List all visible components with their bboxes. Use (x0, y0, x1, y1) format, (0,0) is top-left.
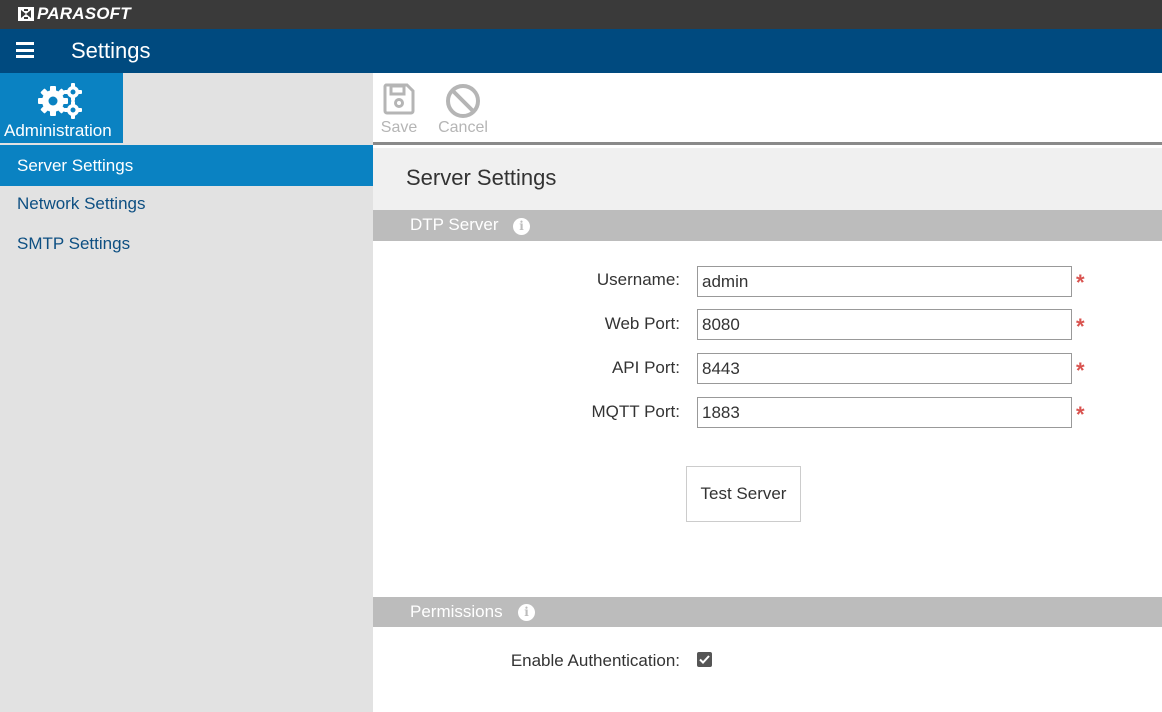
mqtt-port-input[interactable] (697, 397, 1072, 428)
required-asterisk-icon: * (1076, 314, 1085, 339)
sidebar: Administration Server Settings Network S… (0, 73, 373, 712)
dtp-server-group-header: DTP Server i (373, 210, 1162, 241)
parasoft-logo-icon (18, 6, 34, 22)
section-title: Server Settings (406, 165, 557, 190)
save-button[interactable]: Save (380, 83, 418, 137)
info-icon[interactable]: i (513, 218, 530, 235)
sidebar-item-smtp-settings[interactable]: SMTP Settings (0, 224, 373, 262)
sidebar-item-network-settings[interactable]: Network Settings (0, 186, 373, 224)
floppy-disk-icon (383, 83, 415, 115)
gears-icon (38, 83, 82, 119)
info-icon[interactable]: i (518, 604, 535, 621)
parasoft-logo: PARASOFT (18, 4, 131, 24)
section-header: Server Settings (373, 148, 1162, 210)
enable-authentication-checkbox[interactable] (697, 652, 712, 667)
api-port-input[interactable] (697, 353, 1072, 384)
username-input[interactable] (697, 266, 1072, 297)
save-label: Save (380, 119, 418, 136)
test-server-button[interactable]: Test Server (686, 466, 801, 522)
cancel-label: Cancel (438, 119, 488, 136)
checkmark-icon (699, 655, 710, 664)
sidebar-item-server-settings[interactable]: Server Settings (0, 145, 373, 186)
dtp-server-group-title: DTP Server (410, 215, 499, 234)
enable-authentication-label: Enable Authentication: (510, 651, 680, 670)
hamburger-menu-icon[interactable] (16, 42, 34, 58)
ban-icon (446, 84, 480, 118)
brand-bar: PARASOFT (0, 0, 1162, 29)
required-asterisk-icon: * (1076, 358, 1085, 383)
main-content: Save Cancel Server Settings DTP Server i… (373, 73, 1162, 712)
web-port-label: Web Port: (604, 314, 680, 333)
required-asterisk-icon: * (1076, 402, 1085, 427)
administration-label: Administration (4, 121, 112, 140)
username-label: Username: (596, 270, 680, 289)
permissions-group-title: Permissions (410, 602, 503, 621)
administration-tile[interactable]: Administration (0, 73, 123, 143)
web-port-input[interactable] (697, 309, 1072, 340)
header-bar: Settings (0, 29, 1162, 73)
cancel-button[interactable]: Cancel (435, 83, 491, 137)
api-port-label: API Port: (611, 358, 680, 377)
toolbar: Save Cancel (373, 73, 1162, 145)
required-asterisk-icon: * (1076, 270, 1085, 295)
brand-name: PARASOFT (37, 4, 131, 23)
settings-nav: Server Settings Network Settings SMTP Se… (0, 145, 373, 262)
permissions-group-header: Permissions i (373, 597, 1162, 627)
page-title: Settings (71, 38, 151, 63)
mqtt-port-label: MQTT Port: (591, 402, 680, 421)
